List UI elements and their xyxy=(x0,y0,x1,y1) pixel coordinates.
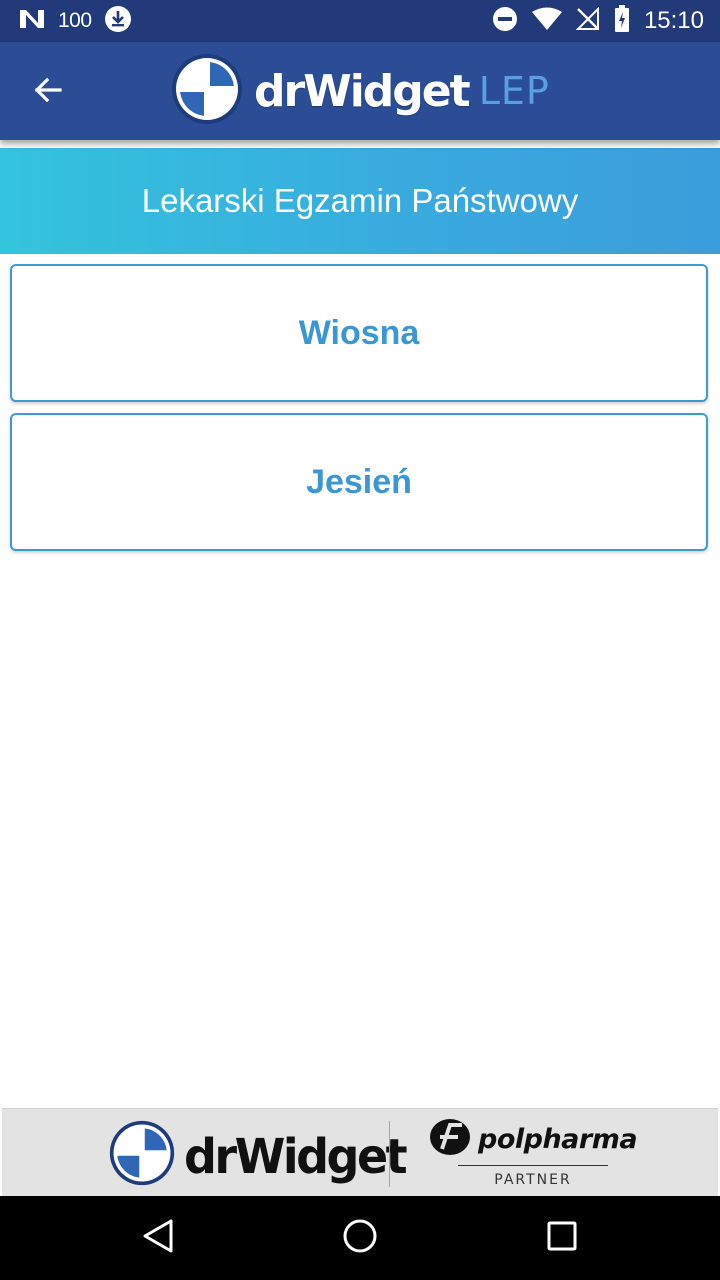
arrow-left-icon xyxy=(32,74,64,111)
footer-logo: drWidget xyxy=(108,1119,408,1192)
partner-logo-row: polpharma xyxy=(428,1117,642,1161)
partner-name: polpharma xyxy=(478,1123,638,1155)
partner-tag: PARTNER xyxy=(494,1172,572,1188)
page-title: Lekarski Egzamin Państwowy xyxy=(141,182,579,219)
footer-banner[interactable]: drWidget polpharma PARTNER xyxy=(2,1108,718,1197)
nav-back-button[interactable] xyxy=(108,1196,208,1280)
logo-capsule-icon xyxy=(170,52,244,131)
clock: 15:10 xyxy=(643,7,704,34)
polpharma-logo-icon xyxy=(428,1117,472,1162)
status-left: 100 xyxy=(0,5,132,38)
nav-recents-button[interactable] xyxy=(512,1196,612,1280)
battery-icon xyxy=(614,4,630,38)
status-bar: 100 15:10 xyxy=(0,0,720,42)
screen: 100 15:10 drWidget LEP Lekarski Egzamin … xyxy=(0,0,720,1280)
no-signal-icon xyxy=(575,6,600,36)
back-triangle-icon xyxy=(141,1218,175,1259)
option-label: Wiosna xyxy=(298,313,420,352)
option-label: Jesień xyxy=(306,462,412,501)
notification-n-icon xyxy=(18,8,46,35)
battery-percent-label: 100 xyxy=(58,9,92,32)
status-right: 15:10 xyxy=(492,4,720,38)
wifi-icon xyxy=(531,7,562,36)
logo-wordmark: drWidget xyxy=(254,65,471,117)
option-autumn-button[interactable]: Jesień xyxy=(10,413,708,551)
back-button[interactable] xyxy=(22,66,74,118)
nav-home-button[interactable] xyxy=(310,1196,410,1280)
option-spring-button[interactable]: Wiosna xyxy=(10,264,708,402)
do-not-disturb-icon xyxy=(492,6,518,37)
recents-square-icon xyxy=(546,1220,578,1257)
footer-divider xyxy=(389,1121,390,1187)
logo-suffix: LEP xyxy=(478,69,550,113)
footer-logo-capsule-icon xyxy=(108,1119,176,1192)
partner-block: polpharma PARTNER xyxy=(428,1117,642,1188)
navigation-bar xyxy=(0,1196,720,1280)
download-icon xyxy=(104,5,132,38)
header-band: Lekarski Egzamin Państwowy xyxy=(0,148,720,254)
footer-wordmark: drWidget xyxy=(184,1127,408,1184)
home-circle-icon xyxy=(342,1218,378,1259)
app-bar: drWidget LEP xyxy=(0,42,720,140)
app-logo: drWidget LEP xyxy=(170,52,550,130)
partner-rule xyxy=(458,1165,608,1166)
